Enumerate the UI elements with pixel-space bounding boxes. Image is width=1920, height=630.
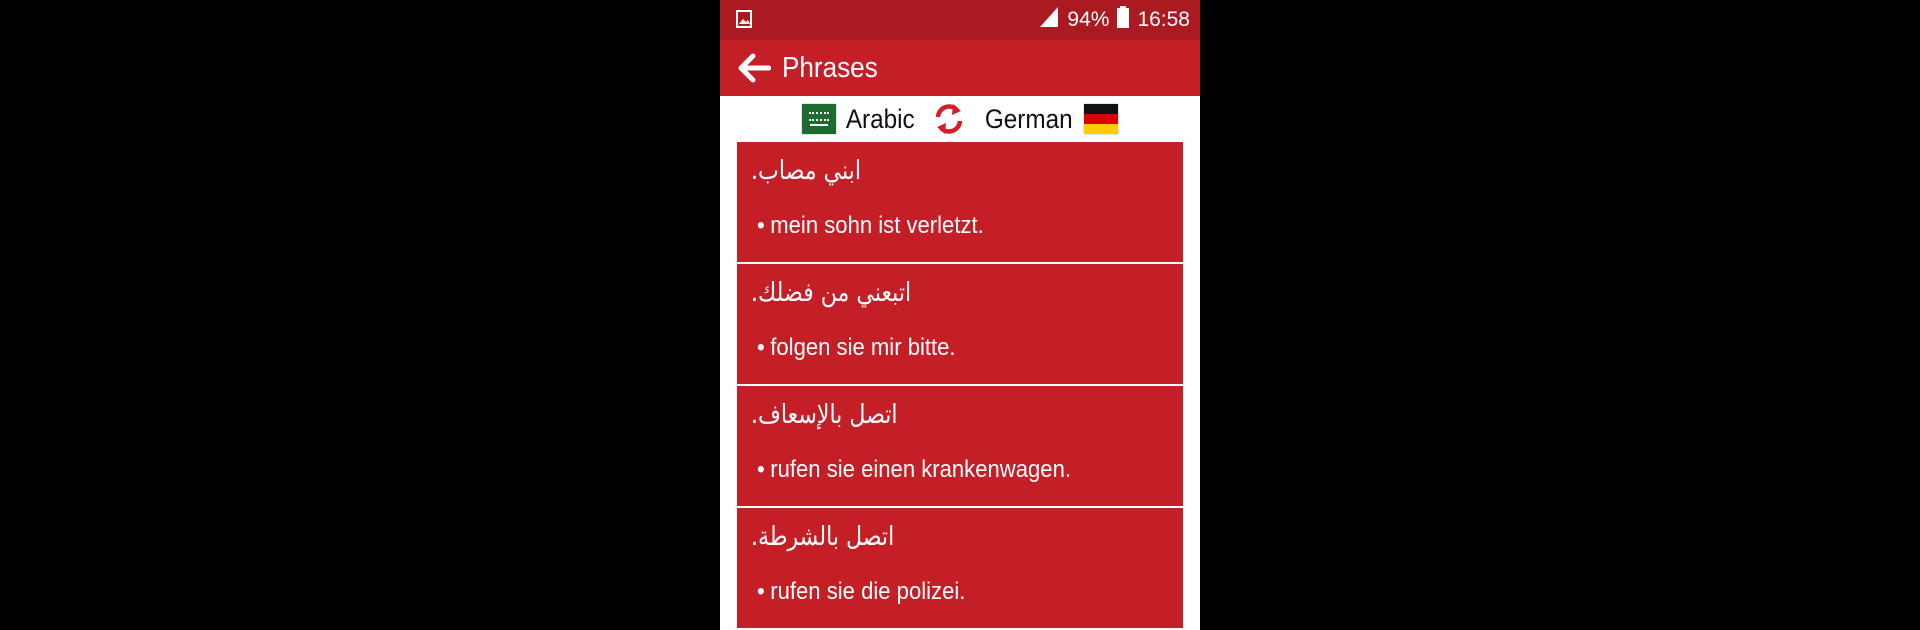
saudi-flag-icon xyxy=(801,104,836,134)
phrase-card[interactable]: اتصل بالشرطة. • rufen sie die polizei. xyxy=(737,508,1183,628)
german-phrase: rufen sie einen krankenwagen. xyxy=(770,456,1071,483)
phone-screen: 94% 16:58 Phrases Arabic German ابني مصا… xyxy=(720,0,1200,630)
arrow-left-icon xyxy=(738,53,771,83)
arabic-phrase: اتبعني من فضلك. xyxy=(751,278,912,308)
phrase-list: ابني مصاب. • mein sohn ist verletzt. اتبع… xyxy=(737,142,1183,630)
battery-icon xyxy=(1117,6,1130,34)
german-phrase: folgen sie mir bitte. xyxy=(770,334,956,361)
bullet-icon: • xyxy=(757,456,765,483)
arabic-phrase: اتصل بالإسعاف. xyxy=(751,400,898,430)
bullet-icon: • xyxy=(757,212,765,239)
app-bar: Phrases xyxy=(720,40,1200,96)
source-language-label: Arabic xyxy=(845,103,915,134)
target-language-label: German xyxy=(985,103,1074,134)
page-title: Phrases xyxy=(782,51,878,84)
signal-icon xyxy=(1039,6,1059,34)
phrase-card[interactable]: ابني مصاب. • mein sohn ist verletzt. xyxy=(737,142,1183,262)
bullet-icon: • xyxy=(757,334,765,361)
german-phrase-row: • rufen sie die polizei. xyxy=(757,578,965,606)
back-button[interactable] xyxy=(734,48,774,88)
language-selector: Arabic German xyxy=(720,96,1200,142)
german-phrase: rufen sie die polizei. xyxy=(770,578,966,605)
bullet-icon: • xyxy=(757,578,765,605)
german-phrase-row: • rufen sie einen krankenwagen. xyxy=(757,456,1071,484)
arabic-phrase: ابني مصاب. xyxy=(751,156,861,186)
german-flag-icon xyxy=(1084,104,1119,134)
german-phrase-row: • folgen sie mir bitte. xyxy=(757,334,956,362)
german-phrase-row: • mein sohn ist verletzt. xyxy=(757,212,984,240)
image-icon xyxy=(736,10,752,28)
clock: 16:58 xyxy=(1137,8,1190,31)
status-right: 94% 16:58 xyxy=(1039,0,1190,40)
swap-icon xyxy=(936,104,963,134)
status-bar: 94% 16:58 xyxy=(720,0,1200,40)
arabic-phrase: اتصل بالشرطة. xyxy=(751,522,895,552)
phrase-card[interactable]: اتبعني من فضلك. • folgen sie mir bitte. xyxy=(737,264,1183,384)
target-language-button[interactable]: German xyxy=(980,103,1119,135)
german-phrase: mein sohn ist verletzt. xyxy=(770,212,984,239)
battery-percent: 94% xyxy=(1067,8,1110,31)
swap-languages-button[interactable] xyxy=(932,102,966,136)
phrase-card[interactable]: اتصل بالإسعاف. • rufen sie einen krankenw… xyxy=(737,386,1183,506)
source-language-button[interactable]: Arabic xyxy=(801,103,919,135)
